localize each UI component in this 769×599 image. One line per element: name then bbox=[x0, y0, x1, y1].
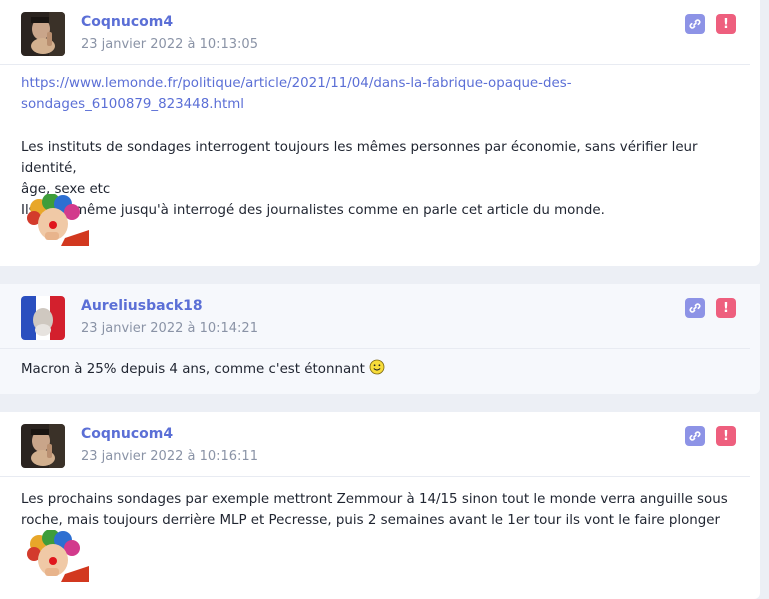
post-header: Coqnucom4 23 janvier 2022 à 10:16:11 ! bbox=[0, 412, 760, 477]
chain-link-icon bbox=[689, 303, 701, 313]
post-3: Coqnucom4 23 janvier 2022 à 10:16:11 ! L… bbox=[0, 412, 760, 599]
post-text-line: Macron à 25% depuis 4 ans, comme c'est é… bbox=[21, 362, 365, 377]
post-content: Les prochains sondages par exemple mettr… bbox=[21, 489, 750, 531]
username[interactable]: Coqnucom4 bbox=[81, 14, 173, 30]
username[interactable]: Aureliusback18 bbox=[81, 298, 203, 314]
report-button[interactable]: ! bbox=[716, 298, 736, 318]
post-content: https://www.lemonde.fr/politique/article… bbox=[21, 73, 750, 221]
smiley-emoji bbox=[369, 359, 385, 375]
permalink-button[interactable] bbox=[685, 14, 705, 34]
clown-sticker bbox=[27, 530, 89, 582]
exclamation-icon: ! bbox=[723, 300, 729, 316]
exclamation-icon: ! bbox=[723, 16, 729, 32]
timestamp: 23 janvier 2022 à 10:14:21 bbox=[81, 321, 258, 336]
article-link[interactable]: https://www.lemonde.fr/politique/article… bbox=[21, 76, 572, 112]
divider bbox=[0, 348, 750, 349]
article-link-line[interactable]: https://www.lemonde.fr/politique/article… bbox=[21, 76, 572, 91]
timestamp: 23 janvier 2022 à 10:13:05 bbox=[81, 37, 258, 52]
post-1: Coqnucom4 23 janvier 2022 à 10:13:05 ! h… bbox=[0, 0, 760, 266]
post-header: Coqnucom4 23 janvier 2022 à 10:13:05 ! bbox=[0, 0, 760, 65]
username[interactable]: Coqnucom4 bbox=[81, 426, 173, 442]
permalink-button[interactable] bbox=[685, 298, 705, 318]
divider bbox=[0, 476, 750, 477]
post-text-line: Les instituts de sondages interrogent to… bbox=[21, 140, 698, 176]
report-button[interactable]: ! bbox=[716, 14, 736, 34]
post-header: Aureliusback18 23 janvier 2022 à 10:14:2… bbox=[0, 284, 760, 349]
avatar[interactable] bbox=[21, 424, 65, 468]
timestamp: 23 janvier 2022 à 10:16:11 bbox=[81, 449, 258, 464]
post-text-line: Les prochains sondages par exemple mettr… bbox=[21, 492, 728, 507]
exclamation-icon: ! bbox=[723, 428, 729, 444]
clown-sticker bbox=[27, 194, 89, 246]
divider bbox=[0, 64, 750, 65]
post-text-line: roche, mais toujours derrière MLP et Pec… bbox=[21, 513, 720, 528]
post-text-line: Ils vont même jusqu'à interrogé des jour… bbox=[21, 203, 605, 218]
avatar[interactable] bbox=[21, 296, 65, 340]
post-2: Aureliusback18 23 janvier 2022 à 10:14:2… bbox=[0, 284, 760, 394]
permalink-button[interactable] bbox=[685, 426, 705, 446]
report-button[interactable]: ! bbox=[716, 426, 736, 446]
article-link-line[interactable]: sondages_6100879_823448.html bbox=[21, 97, 244, 112]
post-content: Macron à 25% depuis 4 ans, comme c'est é… bbox=[21, 359, 750, 380]
avatar[interactable] bbox=[21, 12, 65, 56]
chain-link-icon bbox=[689, 19, 701, 29]
chain-link-icon bbox=[689, 431, 701, 441]
